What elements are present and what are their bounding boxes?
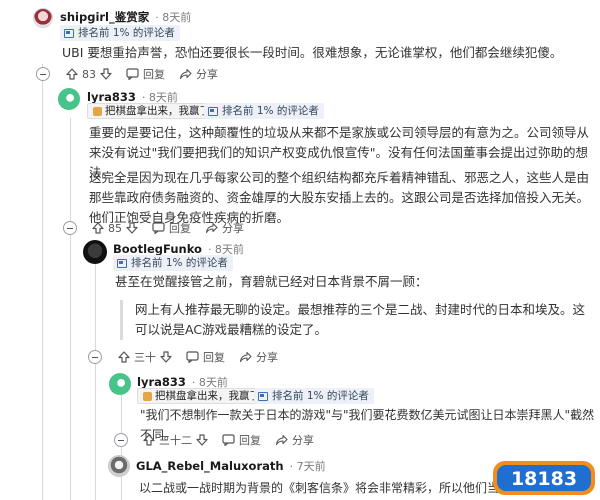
downvote-arrow-icon[interactable] — [160, 351, 172, 363]
avatar[interactable] — [83, 240, 107, 264]
share-label: 分享 — [196, 68, 218, 81]
collapse-thread-icon[interactable] — [36, 67, 50, 81]
comment-bubble-icon — [126, 68, 139, 80]
comment-body: 甚至在觉醒接管之前，育碧就已经对日本背景不屑一顾： — [115, 274, 428, 289]
upvote-arrow-icon[interactable] — [66, 68, 78, 80]
flair-emoji-icon — [143, 391, 152, 401]
username[interactable]: GLA_Rebel_Maluxorath — [136, 459, 284, 473]
vote-group: 三十 — [118, 349, 172, 365]
watermark-text: 18183 — [511, 468, 577, 490]
upvote-arrow-icon[interactable] — [92, 222, 104, 234]
avatar[interactable] — [58, 88, 80, 110]
comment-body: UBI 要想重拾声誉，恐怕还要很长一段时间。很难想象，无论谁掌权，他们都会继续犯… — [62, 45, 563, 60]
comment-bubble-icon — [222, 434, 235, 446]
flair-label: 排名前 1% 的评论者 — [272, 390, 369, 402]
reply-button[interactable]: 回复 — [186, 349, 225, 365]
flair-badge: 排名前 1% 的评论者 — [113, 255, 233, 271]
vote-group: 三十二 — [143, 432, 208, 448]
top-commenter-badge-icon — [117, 258, 127, 268]
flair-badge: 排名前 1% 的评论者 — [204, 103, 324, 119]
share-arrow-icon — [275, 434, 288, 446]
reply-label: 回复 — [143, 68, 165, 81]
reply-button[interactable]: 回复 — [126, 66, 165, 82]
thread-line-lyra[interactable] — [70, 118, 71, 500]
top-commenter-badge-icon — [208, 106, 218, 116]
share-button[interactable]: 分享 — [179, 66, 218, 82]
share-arrow-icon — [239, 351, 252, 363]
comment-bubble-icon — [152, 222, 165, 234]
comment-actions: 83 回复 分享 — [66, 64, 232, 84]
flair-badge: 排名前 1% 的评论者 — [254, 388, 374, 404]
blockquote: 网上有人推荐最无聊的设定。最想推荐的三个是二战、封建时代的日本和埃及。这可以说是… — [120, 300, 592, 340]
vote-count: 83 — [82, 67, 96, 81]
vote-group: 85 — [92, 222, 138, 235]
reply-label: 回复 — [169, 222, 191, 235]
username[interactable]: shipgirl_鉴赏家 — [60, 9, 149, 25]
username[interactable]: lyra833 — [137, 375, 186, 389]
share-arrow-icon — [179, 68, 192, 80]
avatar[interactable] — [108, 455, 130, 477]
comment-bubble-icon — [186, 351, 199, 363]
reply-button[interactable]: 回复 — [152, 220, 191, 236]
watermark-logo-graphic: 18183 — [493, 461, 595, 495]
share-button[interactable]: 分享 — [239, 349, 278, 365]
share-button[interactable]: 分享 — [205, 220, 244, 236]
avatar[interactable] — [109, 373, 131, 395]
share-label: 分享 — [256, 351, 278, 364]
collapse-thread-icon[interactable] — [63, 221, 77, 235]
top-commenter-badge-icon — [258, 391, 268, 401]
flair-badge: 排名前 1% 的评论者 — [60, 25, 180, 41]
comment-actions: 三十 回复 分享 — [118, 347, 292, 367]
username[interactable]: BootlegFunko — [113, 242, 202, 256]
reply-label: 回复 — [203, 351, 225, 364]
collapse-thread-icon[interactable] — [88, 350, 102, 364]
vote-group: 83 — [66, 68, 112, 81]
username[interactable]: lyra833 — [87, 90, 136, 104]
vote-count: 三十二 — [159, 434, 192, 447]
downvote-arrow-icon[interactable] — [126, 222, 138, 234]
collapse-thread-icon[interactable] — [114, 433, 128, 447]
upvote-arrow-icon[interactable] — [118, 351, 130, 363]
timestamp: · 8天前 — [155, 11, 192, 24]
thread-line-root[interactable] — [42, 64, 43, 500]
thread-line-lyra-2[interactable] — [121, 395, 122, 500]
flair-label: 排名前 1% 的评论者 — [78, 27, 175, 39]
flair-label: 排名前 1% 的评论者 — [222, 105, 319, 117]
vote-count: 三十 — [134, 351, 156, 364]
site-watermark-logo: 18183 — [492, 458, 596, 498]
upvote-arrow-icon[interactable] — [143, 434, 155, 446]
reply-button[interactable]: 回复 — [222, 432, 261, 448]
share-label: 分享 — [292, 434, 314, 447]
thread-line-bootleg[interactable] — [95, 262, 96, 500]
comment-actions: 85 回复 分享 — [92, 218, 258, 238]
downvote-arrow-icon[interactable] — [196, 434, 208, 446]
share-button[interactable]: 分享 — [275, 432, 314, 448]
top-commenter-badge-icon — [64, 28, 74, 38]
flair-emoji-icon — [93, 106, 102, 116]
downvote-arrow-icon[interactable] — [100, 68, 112, 80]
comment-actions: 三十二 回复 分享 — [143, 430, 328, 450]
share-arrow-icon — [205, 222, 218, 234]
vote-count: 85 — [108, 221, 122, 235]
timestamp: · 7天前 — [289, 460, 326, 473]
avatar[interactable] — [33, 8, 53, 28]
flair-label: 排名前 1% 的评论者 — [131, 257, 228, 269]
share-label: 分享 — [222, 222, 244, 235]
reply-label: 回复 — [239, 434, 261, 447]
